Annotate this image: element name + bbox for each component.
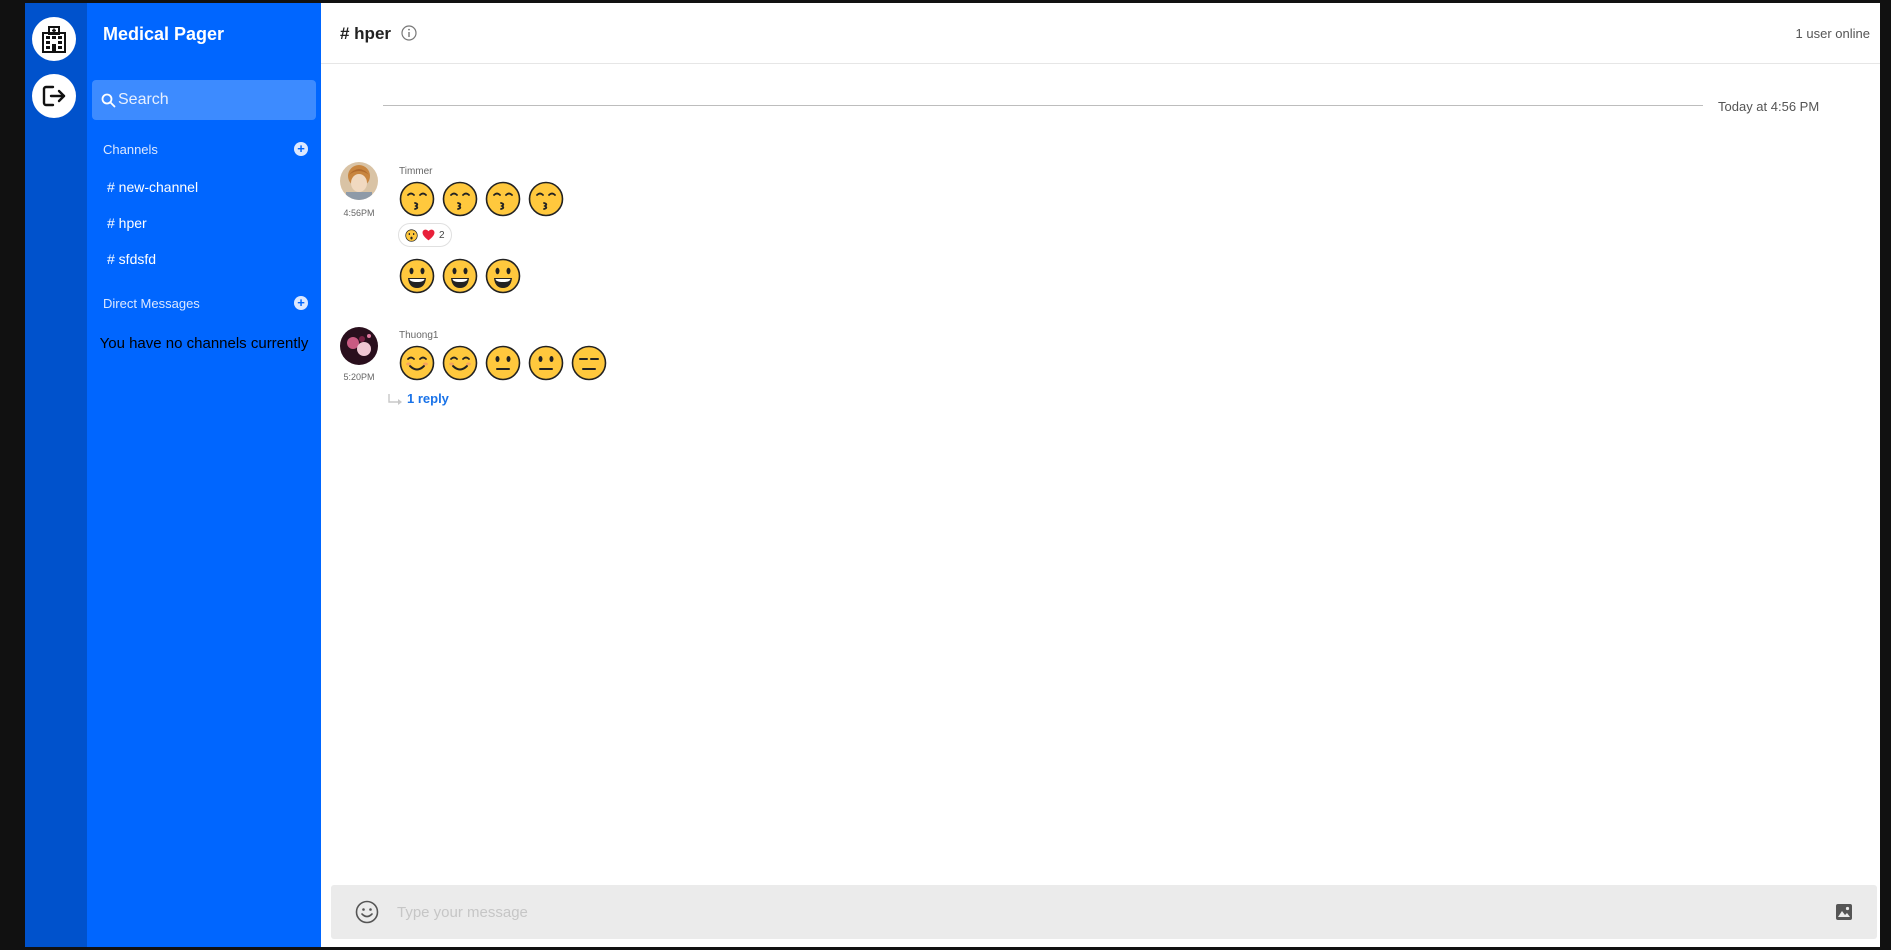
sidebar-item-hper[interactable]: # hper [107,215,147,231]
hushed-face-icon [405,228,418,242]
message-emoji-row [399,345,607,385]
face-blowing-kiss-icon [528,181,564,217]
app-window: Medical Pager Channels + # new-channel #… [25,3,1880,947]
image-upload-icon[interactable] [1835,903,1853,921]
thread-reply-link[interactable]: 1 reply [387,391,449,406]
face-blowing-kiss-icon [485,181,521,217]
add-direct-message-button[interactable]: + [294,296,308,310]
channel-sidebar: Medical Pager Channels + # new-channel #… [87,3,321,947]
emoji-picker-icon[interactable] [355,900,379,924]
channel-header: # hper 1 user online [321,3,1880,64]
app-title: Medical Pager [103,24,225,44]
day-divider-label: Today at 4:56 PM [1718,99,1820,114]
message-composer [331,885,1877,939]
smiling-face-icon [399,345,435,381]
direct-messages-section-header: Direct Messages + [103,296,308,311]
red-heart-icon [422,229,435,241]
reaction-count: 2 [439,229,445,241]
sidebar-item-new-channel[interactable]: # new-channel [107,179,198,195]
message-author: Timmer [399,166,433,177]
avatar[interactable] [340,327,378,365]
hospital-icon [42,26,66,53]
neutral-face-icon [528,345,564,381]
channels-section-header: Channels + [103,142,308,157]
icon-rail [25,3,87,947]
search-box[interactable] [92,80,316,120]
neutral-face-icon [485,345,521,381]
info-icon[interactable] [401,25,417,41]
search-input[interactable] [116,91,308,109]
avatar[interactable] [340,162,378,200]
grinning-face-icon [485,258,521,294]
day-divider [383,105,1703,106]
message-emoji-row [399,181,564,221]
add-channel-button[interactable]: + [294,142,308,156]
message-author: Thuong1 [399,330,439,341]
smiling-face-icon [442,345,478,381]
avatar-thuong1-image [340,327,378,365]
face-blowing-kiss-icon [442,181,478,217]
message-time: 5:20PM [343,372,375,382]
avatar-timmer-image [340,162,378,200]
message-input[interactable] [397,900,1797,924]
logout-button[interactable] [32,74,76,118]
channel-title: # hper [340,24,392,43]
face-blowing-kiss-icon [399,181,435,217]
logout-icon [42,85,66,107]
reply-arrow-icon [388,393,402,405]
grinning-face-icon [399,258,435,294]
message-emoji-row [399,258,521,298]
hospital-button[interactable] [32,17,76,61]
online-count: 1 user online [1795,26,1870,41]
reaction-pill[interactable]: 2 [398,223,452,247]
reply-count-link[interactable]: 1 reply [407,391,449,406]
direct-messages-header-label: Direct Messages [103,296,200,311]
message-time: 4:56PM [343,208,375,218]
channels-header-label: Channels [103,142,158,157]
search-icon [101,93,116,107]
grinning-face-icon [442,258,478,294]
expressionless-face-icon [571,345,607,381]
sidebar-item-sfdsfd[interactable]: # sfdsfd [107,251,156,267]
chat-panel: # hper 1 user online Today at 4:56 PM 4:… [321,3,1880,947]
empty-channels-text: You have no channels currently [99,335,309,352]
